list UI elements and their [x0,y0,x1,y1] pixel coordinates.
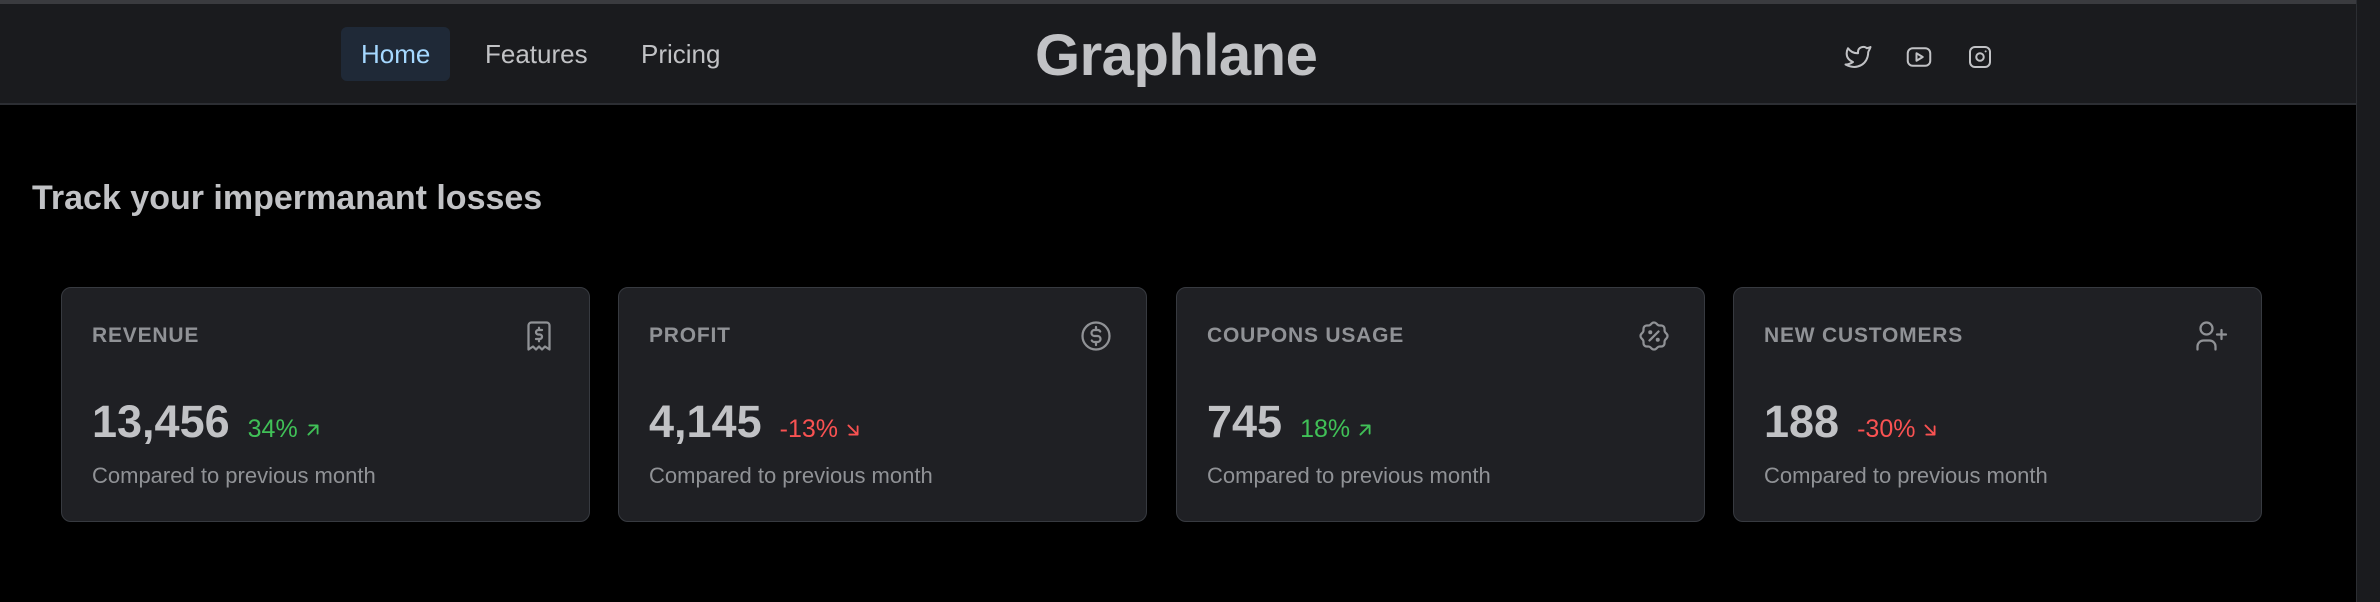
arrow-down-right-icon [847,424,859,435]
scrollbar[interactable] [2356,0,2380,602]
brand-logo: Graphlane [1035,23,1318,88]
twitter-icon[interactable] [1841,40,1875,74]
stat-title: REVENUE [92,324,200,347]
stat-diff: 18% [1300,415,1376,444]
stat-caption: Compared to previous month [1764,463,2048,488]
stat-caption: Compared to previous month [649,463,933,488]
coin-icon [1078,318,1114,354]
stat-diff: -30% [1857,415,1941,444]
stat-card-new-customers: NEW CUSTOMERS 188 -30% Compared to previ… [1733,287,2262,522]
page-title: Track your impermanant losses [32,179,543,217]
stat-caption: Compared to previous month [92,463,376,488]
discount-icon [1636,318,1672,354]
stat-diff-text: -13% [779,415,838,443]
nav-link-features[interactable]: Features [465,27,608,81]
stat-diff: 34% [248,415,324,444]
stat-caption: Compared to previous month [1207,463,1491,488]
instagram-icon[interactable] [1963,40,1997,74]
stat-diff-text: 34% [247,415,298,443]
receipt-icon [521,318,557,354]
stat-diff: -13% [780,415,864,444]
site-header: Home Features Pricing Graphlane [0,4,2356,105]
stat-title: PROFIT [649,324,731,347]
stat-card-revenue: REVENUE 13,456 34% Compared to previous … [61,287,590,522]
user-plus-icon [2193,318,2229,354]
nav-link-home[interactable]: Home [341,27,451,81]
stat-diff-text: -30% [1857,415,1916,443]
stat-value: 188 [1764,396,1840,447]
youtube-icon[interactable] [1902,40,1936,74]
stat-card-profit: PROFIT 4,145 -13% Compared to previous m… [618,287,1147,522]
nav-link-pricing[interactable]: Pricing [621,27,740,81]
arrow-up-right-icon [1359,424,1371,435]
stat-title: NEW CUSTOMERS [1764,324,1964,347]
arrow-down-right-icon [1924,424,1936,435]
stat-value: 4,145 [649,396,762,447]
arrow-up-right-icon [307,424,319,435]
stat-value: 745 [1207,396,1283,447]
stat-title: COUPONS USAGE [1207,324,1405,347]
stat-value: 13,456 [92,396,230,447]
stat-diff-text: 18% [1300,415,1351,443]
stat-card-coupons-usage: COUPONS USAGE 745 18% Compared to previo… [1176,287,1705,522]
